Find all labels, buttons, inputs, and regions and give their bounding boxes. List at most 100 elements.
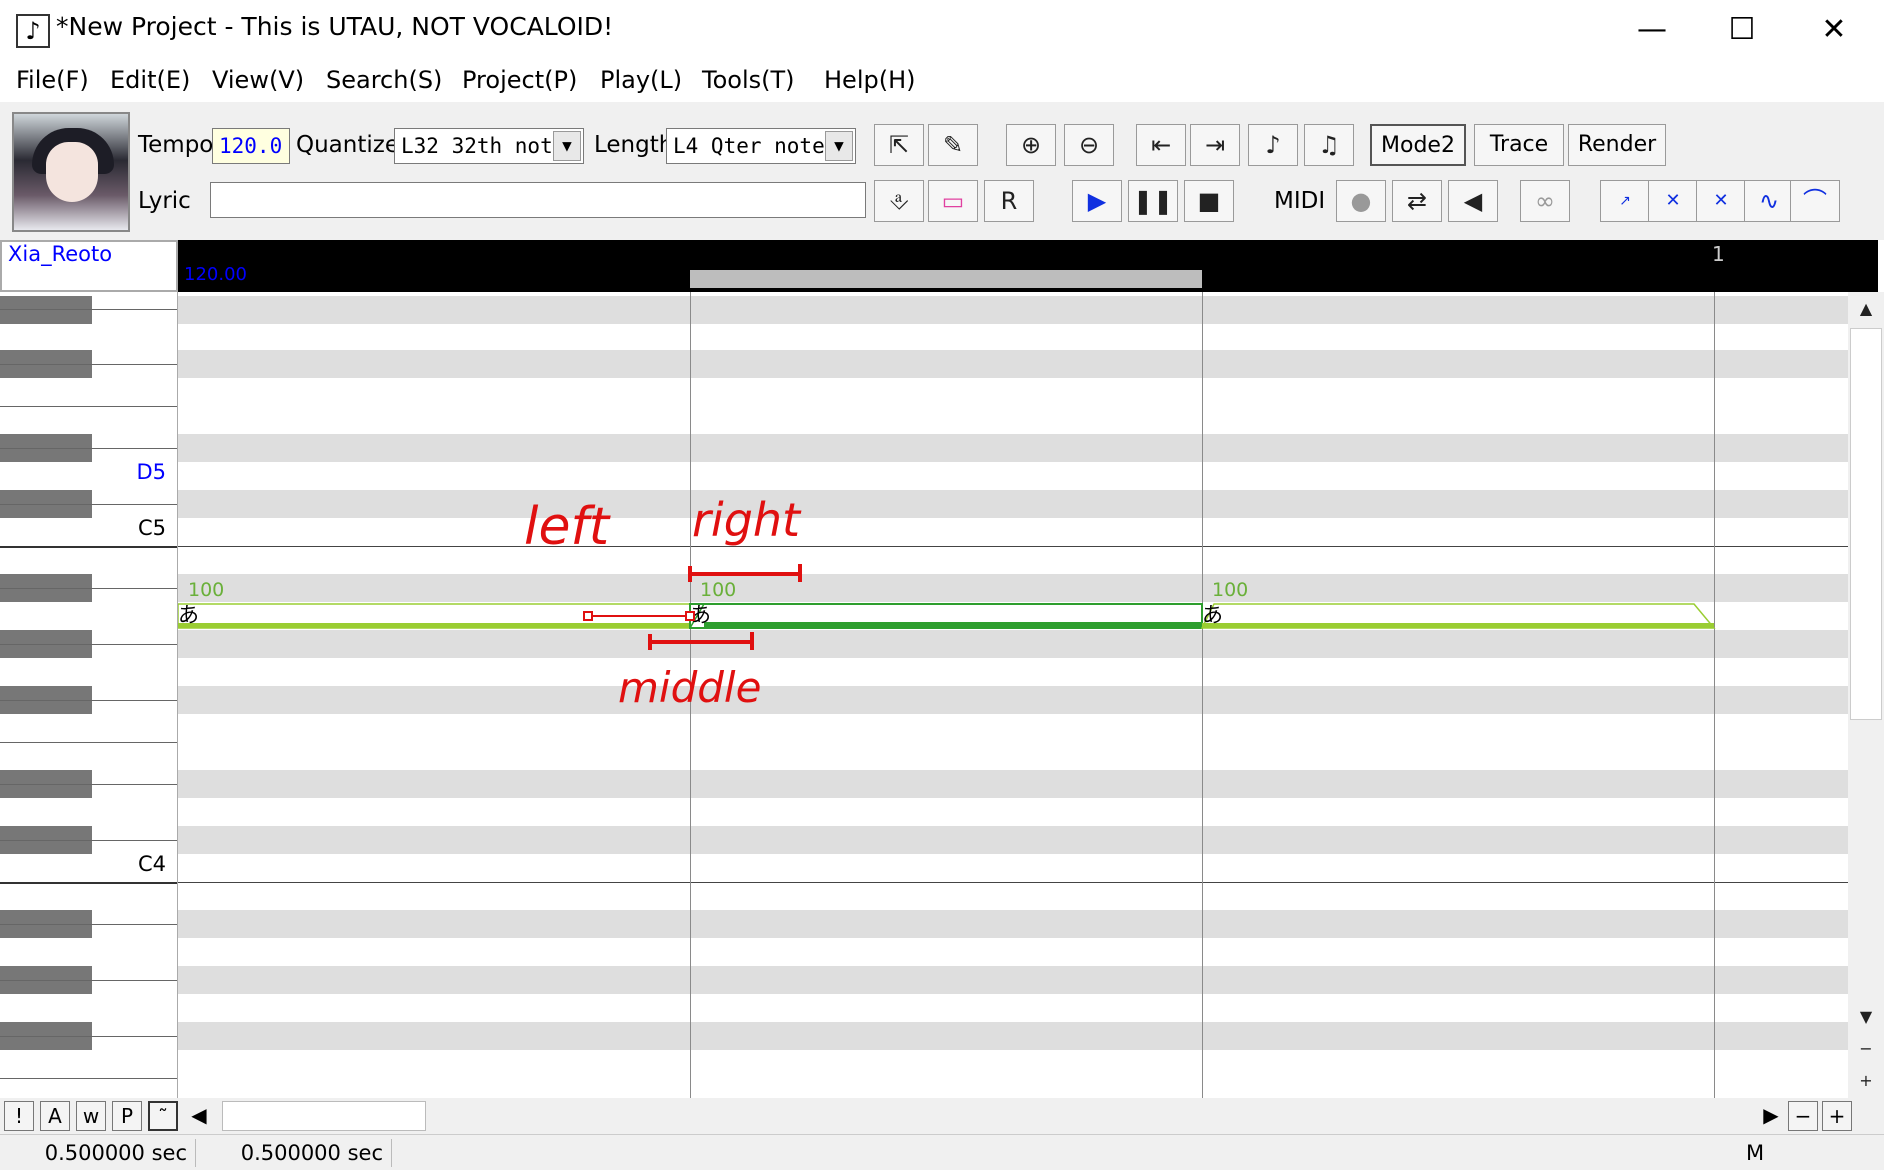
record-icon[interactable]: ● — [1336, 180, 1386, 222]
scroll-left-icon[interactable]: ◀ — [184, 1101, 214, 1131]
toolbar: Tempo 120.0 Quantize L32 32th note ▼ Len… — [0, 102, 1884, 240]
menu-tools[interactable]: Tools(T) — [702, 66, 795, 94]
menu-edit[interactable]: Edit(E) — [110, 66, 190, 94]
vertical-scroll-thumb[interactable] — [1850, 328, 1882, 720]
horizontal-scroll-thumb[interactable] — [222, 1101, 426, 1131]
key-label-d5: D5 — [136, 460, 166, 484]
status-bar: 0.500000 sec 0.500000 sec M — [0, 1134, 1884, 1170]
acpt-icon[interactable]: ↗ — [1600, 180, 1650, 222]
singer-name[interactable]: Xia_Reoto — [8, 242, 112, 266]
annotation-middle: middle — [618, 663, 761, 712]
length-select[interactable]: L4 Qter note ▼ — [666, 128, 856, 164]
window-title: *New Project - This is UTAU, NOT VOCALOI… — [56, 12, 614, 41]
key-label-c5: C5 — [137, 516, 166, 540]
mode2-button[interactable]: Mode2 — [1370, 124, 1466, 166]
scroll-right-icon[interactable]: ▶ — [1756, 1101, 1786, 1131]
length-label: Length — [594, 132, 674, 158]
key-label-c4: C4 — [137, 852, 166, 876]
vertical-scrollbar[interactable]: ▲ ▼ − + — [1848, 292, 1884, 1098]
go-end-icon[interactable]: ⇥ — [1190, 124, 1240, 166]
lyric-input[interactable] — [210, 182, 866, 218]
quantize-label: Quantize — [296, 132, 399, 158]
note-prev-icon[interactable]: ♪ — [1248, 124, 1298, 166]
toggle-button-tilde[interactable]: ˜ — [148, 1101, 178, 1131]
maximize-button[interactable]: ☐ — [1712, 8, 1772, 52]
speaker-icon[interactable]: ◀ — [1448, 180, 1498, 222]
pause-icon[interactable]: ❚❚ — [1128, 180, 1178, 222]
playback-range-bar[interactable] — [690, 270, 1202, 288]
measure-number: 1 — [1712, 242, 1725, 266]
menu-play[interactable]: Play(L) — [600, 66, 682, 94]
minimize-button[interactable]: — — [1622, 8, 1682, 52]
insert-note-icon[interactable]: ⎀ — [874, 180, 924, 222]
annotation-right: right — [692, 493, 802, 547]
piano-roll-grid[interactable]: あ 100 あ 100 あ 100 left right middle — [178, 292, 1848, 1098]
zoom-horizontal-minus-icon[interactable]: − — [1788, 1101, 1818, 1131]
menu-search[interactable]: Search(S) — [326, 66, 442, 94]
lyric-label: Lyric — [138, 188, 191, 214]
render-button[interactable]: Render — [1568, 124, 1666, 166]
menu-project[interactable]: Project(P) — [462, 66, 577, 94]
note-next-icon[interactable]: ♫ — [1304, 124, 1354, 166]
toggle-button-w[interactable]: w — [76, 1101, 106, 1131]
timeline-ruler[interactable]: 120.00 1 — [178, 240, 1878, 292]
piano-keyboard[interactable]: D5 C5 C4 — [0, 292, 178, 1098]
stop-icon[interactable]: ■ — [1184, 180, 1234, 222]
add-rest-icon[interactable]: R — [984, 180, 1034, 222]
tempo-label: Tempo — [138, 132, 214, 158]
scroll-down-icon[interactable]: ▼ — [1848, 1000, 1884, 1034]
zoom-in-icon[interactable]: ⊕ — [1006, 124, 1056, 166]
annotation-middle-bracket — [648, 632, 754, 650]
black-key[interactable] — [0, 296, 92, 324]
go-start-icon[interactable]: ⇤ — [1136, 124, 1186, 166]
note-3[interactable]: あ 100 — [1200, 579, 1716, 629]
reset-icon[interactable]: ⌒ — [1790, 180, 1840, 222]
toggle-button-a[interactable]: A — [40, 1101, 70, 1131]
status-time-1: 0.500000 sec — [0, 1139, 196, 1167]
track-header[interactable]: Xia_Reoto — [0, 240, 178, 292]
horizontal-scroll-row: ! A w P ˜ ◀ ▶ − + — [0, 1098, 1884, 1134]
toggle-button-exclaim[interactable]: ! — [4, 1101, 34, 1131]
midi-route-icon[interactable]: ⇄ — [1392, 180, 1442, 222]
note-velocity: 100 — [700, 579, 736, 601]
length-value: L4 Qter note — [673, 134, 825, 158]
quantize-select[interactable]: L32 32th note ▼ — [394, 128, 584, 164]
play-icon[interactable]: ▶ — [1072, 180, 1122, 222]
note-2[interactable]: あ 100 — [689, 579, 1203, 629]
close-button[interactable]: ✕ — [1804, 8, 1864, 52]
add-pink-note-icon[interactable]: ▭ — [928, 180, 978, 222]
annotation-left: left — [524, 497, 611, 557]
menu-view[interactable]: View(V) — [212, 66, 304, 94]
menu-bar: File(F) Edit(E) View(V) Search(S) Projec… — [0, 60, 1884, 102]
opt-wave-icon[interactable]: ∿ — [1744, 180, 1794, 222]
status-time-2: 0.500000 sec — [200, 1139, 392, 1167]
zoom-vertical-plus-icon[interactable]: + — [1848, 1064, 1884, 1098]
app-note-icon: ♪ — [16, 14, 50, 48]
pencil-icon[interactable]: ✎ — [928, 124, 978, 166]
note-velocity: 100 — [188, 579, 224, 601]
notes-layer: あ 100 あ 100 あ 100 left right middle — [178, 493, 1716, 712]
note-lyric: あ — [1202, 603, 1223, 627]
trace-button[interactable]: Trace — [1474, 124, 1564, 166]
note-lyric: あ — [178, 603, 199, 627]
zoom-horizontal-plus-icon[interactable]: + — [1822, 1101, 1852, 1131]
title-bar: ♪ *New Project - This is UTAU, NOT VOCAL… — [0, 0, 1884, 60]
note-velocity: 100 — [1212, 579, 1248, 601]
zoom-vertical-minus-icon[interactable]: − — [1848, 1032, 1884, 1066]
p2p3-icon[interactable]: ✕ — [1648, 180, 1698, 222]
toggle-button-p[interactable]: P — [112, 1101, 142, 1131]
link-icon[interactable]: ∞ — [1520, 180, 1570, 222]
note-1[interactable]: あ 100 — [178, 579, 691, 629]
scroll-up-icon[interactable]: ▲ — [1848, 292, 1884, 326]
dropdown-arrow-icon[interactable]: ▼ — [553, 131, 581, 161]
tempo-marker[interactable]: 120.00 — [184, 264, 247, 285]
menu-file[interactable]: File(F) — [16, 66, 89, 94]
zoom-out-icon[interactable]: ⊖ — [1064, 124, 1114, 166]
singer-avatar[interactable] — [12, 112, 130, 232]
tempo-input[interactable]: 120.0 — [212, 128, 290, 164]
dropdown-arrow-icon[interactable]: ▼ — [825, 131, 853, 161]
p1p4-icon[interactable]: ✕ — [1696, 180, 1746, 222]
select-arrow-icon[interactable]: ⇱ — [874, 124, 924, 166]
menu-help[interactable]: Help(H) — [824, 66, 916, 94]
quantize-value: L32 32th note — [401, 134, 566, 158]
